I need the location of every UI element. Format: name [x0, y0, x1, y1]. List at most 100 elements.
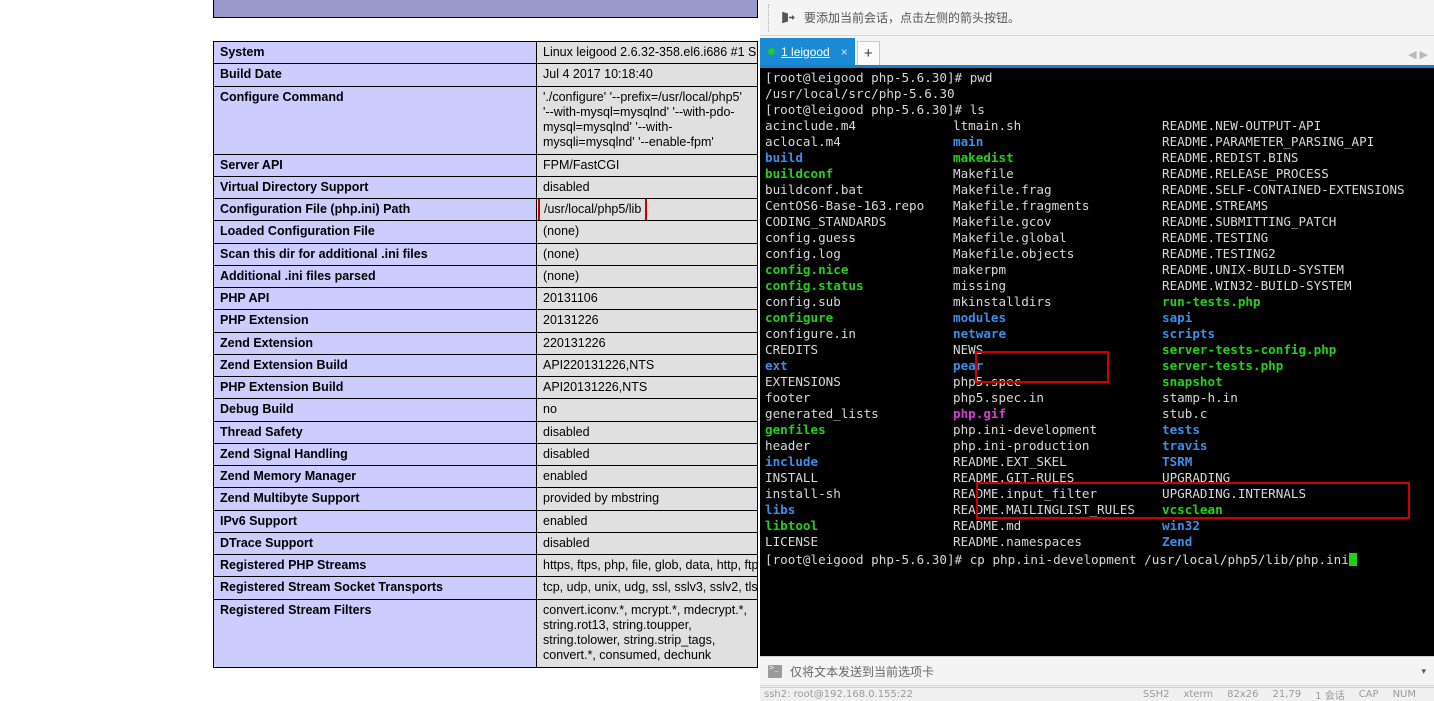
ls-entry: README.namespaces [953, 534, 1082, 549]
new-tab-button[interactable]: + [856, 41, 880, 65]
tab-leigood[interactable]: 1 leigood × [760, 38, 855, 65]
ls-entry: libtool [765, 518, 819, 533]
table-row: Virtual Directory Support disabled [213, 175, 758, 200]
ls-entry: makerpm [953, 262, 1007, 277]
ls-command: ls [962, 102, 985, 117]
phpinfo-key: Scan this dir for additional .ini files [213, 242, 537, 266]
ls-entry: Zend [1162, 534, 1193, 549]
ls-entry: README.input_filter [953, 486, 1098, 501]
ls-entry: LICENSE [765, 534, 819, 549]
ls-entry: buildconf.bat [765, 182, 864, 197]
status-caps-indicator: CAP [1358, 689, 1379, 700]
ls-entry: snapshot [1162, 374, 1223, 389]
cp-command: cp php.ini-development /usr/local/php5/l… [962, 552, 1349, 567]
ls-entry: generated_lists [765, 406, 879, 421]
phpinfo-table: System Linux leigood 2.6.32-358.el6.i686 … [213, 40, 758, 668]
ls-entry: README.md [953, 518, 1022, 533]
ls-entry: scripts [1162, 326, 1216, 341]
terminal-screen[interactable]: [root@leigood php-5.6.30]# pwd /usr/loca… [760, 68, 1434, 656]
chevron-down-icon[interactable]: ▾ [1421, 666, 1426, 677]
phpinfo-value: Jul 4 2017 10:18:40 [536, 63, 758, 87]
phpinfo-key: Additional .ini files parsed [213, 264, 537, 289]
phpinfo-value: disabled [536, 442, 758, 467]
phpinfo-value: https, ftps, php, file, glob, data, http… [536, 553, 758, 578]
ls-entry: genfiles [765, 422, 826, 437]
ls-entry: README.TESTING [1162, 230, 1269, 245]
table-row: IPv6 Support enabled [213, 509, 758, 533]
phpinfo-value: API220131226,NTS [536, 353, 758, 378]
tab-scroll-right-icon[interactable]: ▶ [1420, 48, 1428, 61]
ls-entry: server-tests.php [1162, 358, 1284, 373]
terminal-line-final-command: [root@leigood php-5.6.30]# cp php.ini-de… [765, 552, 1434, 568]
table-row: Loaded Configuration File (none) [213, 220, 758, 244]
phpinfo-value: (none) [536, 264, 758, 289]
table-row: Zend Signal Handling disabled [213, 442, 758, 467]
ls-entry: Makefile [953, 166, 1014, 181]
phpinfo-key: PHP Extension Build [213, 375, 537, 400]
ls-entry: header [765, 438, 811, 453]
phpinfo-page: System Linux leigood 2.6.32-358.el6.i686 … [0, 0, 760, 701]
session-hint-text: 要添加当前会话，点击左侧的箭头按钮。 [804, 11, 1021, 25]
drag-handle[interactable] [768, 3, 775, 32]
ls-entry: libs [765, 502, 796, 517]
ls-entry: CREDITS [765, 342, 819, 357]
ls-entry: php.ini-development [953, 422, 1098, 437]
table-row: Configure Command './configure' '--prefix… [213, 85, 758, 155]
phpinfo-key: PHP API [213, 286, 537, 311]
table-row: Scan this dir for additional .ini files(… [213, 242, 758, 266]
ls-entry: config.nice [765, 262, 849, 277]
terminal-cursor [1348, 553, 1357, 566]
ls-entry: aclocal.m4 [765, 134, 841, 149]
phpinfo-header-banner [213, 0, 758, 18]
phpinfo-value: 220131226 [536, 331, 758, 355]
status-cursor-position: 21,79 [1272, 689, 1302, 700]
table-row: PHP API 20131106 [213, 286, 758, 311]
tab-label: 1 leigood [781, 45, 830, 59]
phpinfo-value: 20131226 [536, 309, 758, 333]
phpinfo-key: Thread Safety [213, 420, 537, 444]
status-protocol: SSH2 [1142, 689, 1170, 700]
phpinfo-key: IPv6 Support [213, 509, 537, 533]
tab-close-icon[interactable]: × [838, 45, 851, 59]
ls-entry: config.sub [765, 294, 841, 309]
table-row: PHP Extension 20131226 [213, 309, 758, 333]
ls-entry: Makefile.global [953, 230, 1067, 245]
terminal-line-ls-cmd: [root@leigood php-5.6.30]# ls [765, 102, 1434, 118]
ls-entry: README.REDIST.BINS [1162, 150, 1299, 165]
phpinfo-value: (none) [536, 220, 758, 244]
phpinfo-value: API20131226,NTS [536, 375, 758, 400]
session-hint-bar: 要添加当前会话，点击左侧的箭头按钮。 [760, 0, 1434, 36]
ls-entry: README.RELEASE_PROCESS [1162, 166, 1329, 181]
phpinfo-key: PHP Extension [213, 309, 537, 333]
phpinfo-key: Zend Extension Build [213, 353, 537, 378]
tab-connected-dot [768, 48, 775, 55]
ls-entry: pear [953, 358, 984, 373]
phpinfo-key: Virtual Directory Support [213, 175, 537, 200]
tab-bar: 1 leigood × + ◀ ▶ [760, 36, 1434, 68]
ls-entry: include [765, 454, 819, 469]
phpinfo-key: Build Date [213, 63, 537, 87]
phpinfo-value: tcp, udp, unix, udg, ssl, sslv3, sslv2, … [536, 576, 758, 600]
ls-entry: TSRM [1162, 454, 1193, 469]
phpinfo-key: Configuration File (php.ini) Path [213, 197, 537, 222]
phpinfo-value: provided by mbstring [536, 487, 758, 511]
shell-prompt: [root@leigood php-5.6.30]# [765, 102, 963, 117]
ls-entry: server-tests-config.php [1162, 342, 1337, 357]
send-text-bar[interactable]: 仅将文本发送到当前选项卡 ▾ [760, 656, 1434, 686]
ls-entry: README.MAILINGLIST_RULES [953, 502, 1135, 517]
ls-entry: Makefile.fragments [953, 198, 1090, 213]
tab-scroll-left-icon[interactable]: ◀ [1408, 48, 1416, 61]
table-row: Configuration File (php.ini) Path/usr/lo… [213, 197, 758, 222]
ls-entry: README.PARAMETER_PARSING_API [1162, 134, 1375, 149]
table-row: Registered Stream Filters convert.iconv.*… [213, 598, 758, 668]
ls-entry: stub.c [1162, 406, 1208, 421]
phpinfo-value: disabled [536, 531, 758, 556]
table-row: Debug Build no [213, 398, 758, 422]
ls-entry: ext [765, 358, 788, 373]
ls-entry: run-tests.php [1162, 294, 1261, 309]
ls-entry: build [765, 150, 803, 165]
ls-entry: README.STREAMS [1162, 198, 1269, 213]
phpinfo-key: Server API [213, 153, 537, 177]
phpinfo-value: 20131106 [536, 286, 758, 311]
ls-entry: README.UNIX-BUILD-SYSTEM [1162, 262, 1344, 277]
